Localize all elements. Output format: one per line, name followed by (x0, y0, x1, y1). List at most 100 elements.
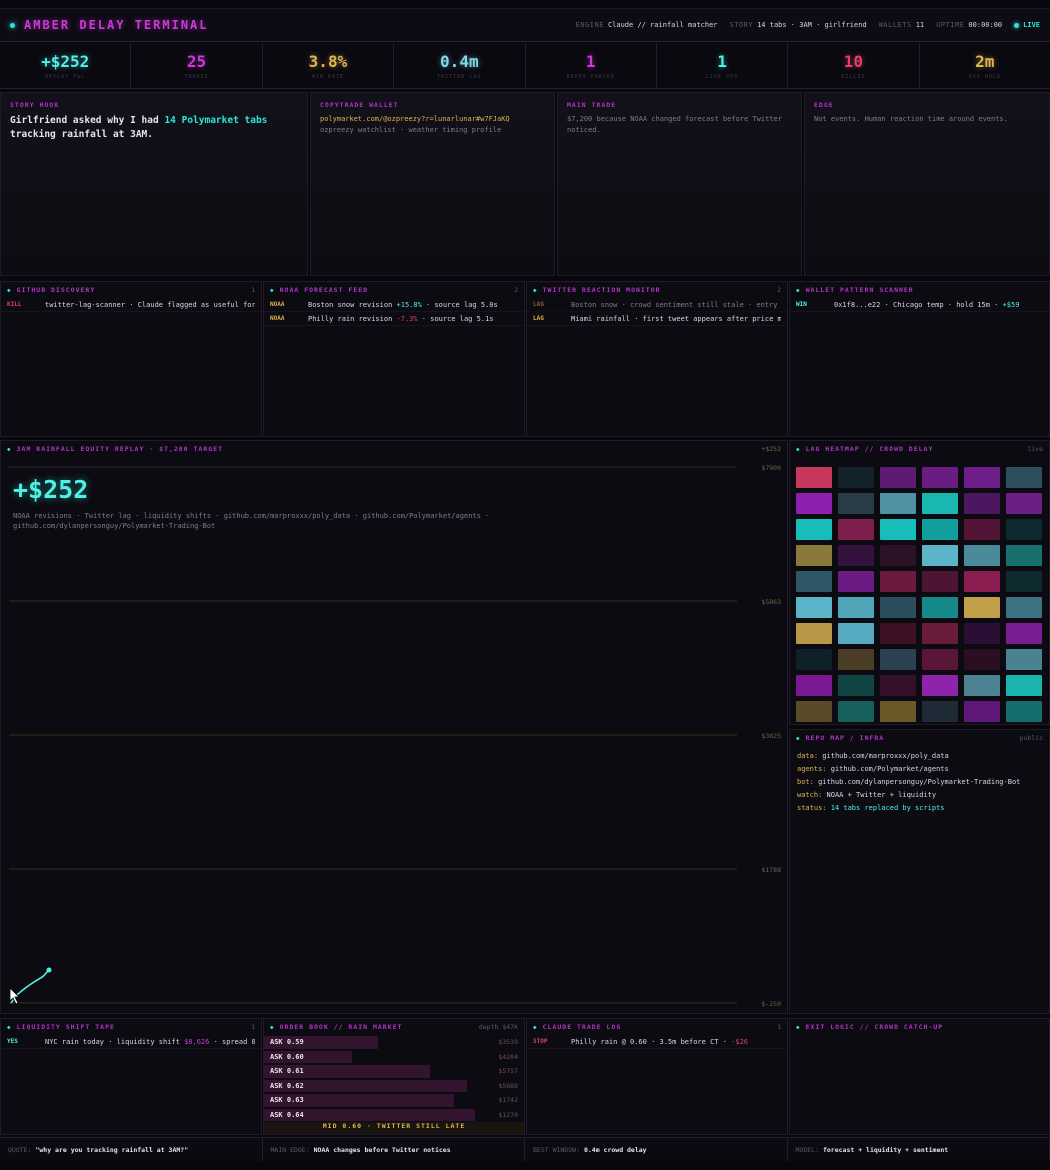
heatmap-cell[interactable] (922, 467, 958, 488)
heatmap-cell[interactable] (838, 649, 874, 670)
list-item[interactable]: YES NYC rain today · liquidity shift $8,6… (1, 1035, 261, 1049)
heatmap-cell[interactable] (1006, 597, 1042, 618)
heatmap-cell[interactable] (964, 597, 1000, 618)
heatmap-cell[interactable] (1006, 701, 1042, 722)
stat-value: 2m (975, 51, 995, 71)
heatmap-cell[interactable] (964, 571, 1000, 592)
heatmap-cell[interactable] (880, 675, 916, 696)
heatmap-cell[interactable] (1006, 467, 1042, 488)
ask-price: ASK 0.62 (270, 1081, 304, 1090)
stat-label: TWITTER LAG (437, 73, 482, 80)
live-indicator[interactable]: LIVE (1014, 21, 1040, 29)
heatmap-cell[interactable] (922, 597, 958, 618)
heatmap-cell[interactable] (1006, 675, 1042, 696)
heatmap-cell[interactable] (796, 545, 832, 566)
heatmap-cell[interactable] (922, 649, 958, 670)
heatmap-cell[interactable] (838, 519, 874, 540)
heatmap-cell[interactable] (880, 649, 916, 670)
heatmap-cell[interactable] (796, 597, 832, 618)
heatmap-cell[interactable] (880, 519, 916, 540)
info-row: STORY HOOK Girlfriend asked why I had 14… (0, 92, 1050, 276)
heatmap-cell[interactable] (838, 675, 874, 696)
heatmap-cell[interactable] (880, 467, 916, 488)
repo-row-bot[interactable]: bot: github.com/dylanpersonguy/Polymarke… (797, 776, 1042, 789)
list-item[interactable]: KILL twitter-lag-scanner · Claude flagged… (1, 298, 261, 312)
diamond-icon: ◆ (270, 286, 275, 294)
heatmap-cell[interactable] (796, 467, 832, 488)
heatmap-cell[interactable] (1006, 649, 1042, 670)
stats-bar: +$252 REPLAY P&L 25 TRADES 3.8% WIN RATE 0.4m T… (0, 43, 1050, 89)
heatmap-cell[interactable] (838, 545, 874, 566)
heatmap-cell[interactable] (1006, 519, 1042, 540)
heatmap-cell[interactable] (796, 623, 832, 644)
heatmap-cell[interactable] (880, 597, 916, 618)
github-discovery-panel: ◆ GITHUB DISCOVERY 1 KILL twitter-lag-scann… (0, 281, 262, 437)
heatmap-cell[interactable] (964, 519, 1000, 540)
heatmap-cell[interactable] (880, 493, 916, 514)
order-book-row[interactable]: ASK 0.60 $4204 (264, 1050, 524, 1065)
stat-6: 10 KILLED (788, 43, 920, 88)
order-book-row[interactable]: ASK 0.61 $5757 (264, 1064, 524, 1079)
heatmap-cell[interactable] (1006, 493, 1042, 514)
heatmap-cell[interactable] (964, 623, 1000, 644)
heatmap-cell[interactable] (796, 675, 832, 696)
heatmap-cell[interactable] (1006, 623, 1042, 644)
heatmap-cell[interactable] (838, 597, 874, 618)
heatmap-cell[interactable] (964, 545, 1000, 566)
order-book-row[interactable]: ASK 0.62 $5688 (264, 1079, 524, 1094)
list-item[interactable]: STOP Philly rain @ 0.60 · 3.5m before CT … (527, 1035, 787, 1049)
app-title: AMBER DELAY TERMINAL (24, 18, 209, 32)
heatmap-cell[interactable] (838, 701, 874, 722)
list-item[interactable]: LAG Boston snow · crowd sentiment still s… (527, 298, 787, 312)
diamond-icon: ◆ (796, 734, 801, 742)
footer-main-edge: MAIN EDGE: NOAA changes before Twitter no… (263, 1138, 525, 1161)
stat-value: 3.8% (308, 51, 348, 71)
heatmap-cell[interactable] (922, 623, 958, 644)
heatmap-cell[interactable] (922, 545, 958, 566)
heatmap-cell[interactable] (922, 493, 958, 514)
heatmap-cell[interactable] (880, 623, 916, 644)
order-book-row[interactable]: ASK 0.64 $1270 (264, 1108, 524, 1123)
heatmap-cell[interactable] (796, 701, 832, 722)
y-tick-label: $7900 (761, 464, 781, 472)
heatmap-cell[interactable] (964, 493, 1000, 514)
list-item[interactable]: LAG Miami rainfall · first tweet appears … (527, 312, 787, 326)
heatmap-cell[interactable] (880, 701, 916, 722)
stat-label: REPLAY P&L (45, 73, 86, 80)
heatmap-cell[interactable] (964, 701, 1000, 722)
y-tick-label: $5863 (761, 598, 781, 606)
list-item[interactable]: NOAA Boston snow revision +15.8% · source… (264, 298, 524, 312)
heatmap-cell[interactable] (838, 467, 874, 488)
heatmap-cell[interactable] (880, 545, 916, 566)
heatmap-cell[interactable] (922, 519, 958, 540)
diamond-icon: ◆ (796, 286, 801, 294)
repo-row-data[interactable]: data: github.com/marproxxx/poly_data (797, 750, 1042, 763)
panel-header: ◆ GITHUB DISCOVERY 1 (7, 286, 255, 294)
heatmap-cell[interactable] (1006, 545, 1042, 566)
heatmap-cell[interactable] (838, 493, 874, 514)
heatmap-cell[interactable] (796, 519, 832, 540)
heatmap-cell[interactable] (964, 675, 1000, 696)
order-book-row[interactable]: ASK 0.63 $1742 (264, 1093, 524, 1108)
heatmap-cell[interactable] (1006, 571, 1042, 592)
heatmap-cell[interactable] (964, 467, 1000, 488)
list-item[interactable]: WIN 0x1f8...e22 · Chicago temp · hold 15m… (790, 298, 1049, 312)
order-book-row[interactable]: ASK 0.59 $3539 (264, 1035, 524, 1050)
heatmap-cell[interactable] (922, 675, 958, 696)
wallet-link[interactable]: polymarket.com/@ozpreezy?r=lunarlunar#w7… (320, 114, 545, 125)
list-item[interactable]: NOAA Philly rain revision -7.3% · source … (264, 312, 524, 326)
heatmap-cell[interactable] (880, 571, 916, 592)
heatmap-cell[interactable] (796, 649, 832, 670)
heatmap-cell[interactable] (838, 623, 874, 644)
panel-header: ◆ WALLET PATTERN SCANNER (796, 286, 914, 294)
panel-header: ◆ ORDER BOOK // RAIN MARKET depth $47K (270, 1023, 518, 1031)
stat-label: TRADES (184, 73, 209, 80)
heatmap-cell[interactable] (796, 571, 832, 592)
diamond-icon: ◆ (270, 1023, 275, 1031)
heatmap-cell[interactable] (838, 571, 874, 592)
heatmap-cell[interactable] (964, 649, 1000, 670)
heatmap-cell[interactable] (922, 571, 958, 592)
repo-row-agents[interactable]: agents: github.com/Polymarket/agents (797, 763, 1042, 776)
heatmap-cell[interactable] (796, 493, 832, 514)
heatmap-cell[interactable] (922, 701, 958, 722)
